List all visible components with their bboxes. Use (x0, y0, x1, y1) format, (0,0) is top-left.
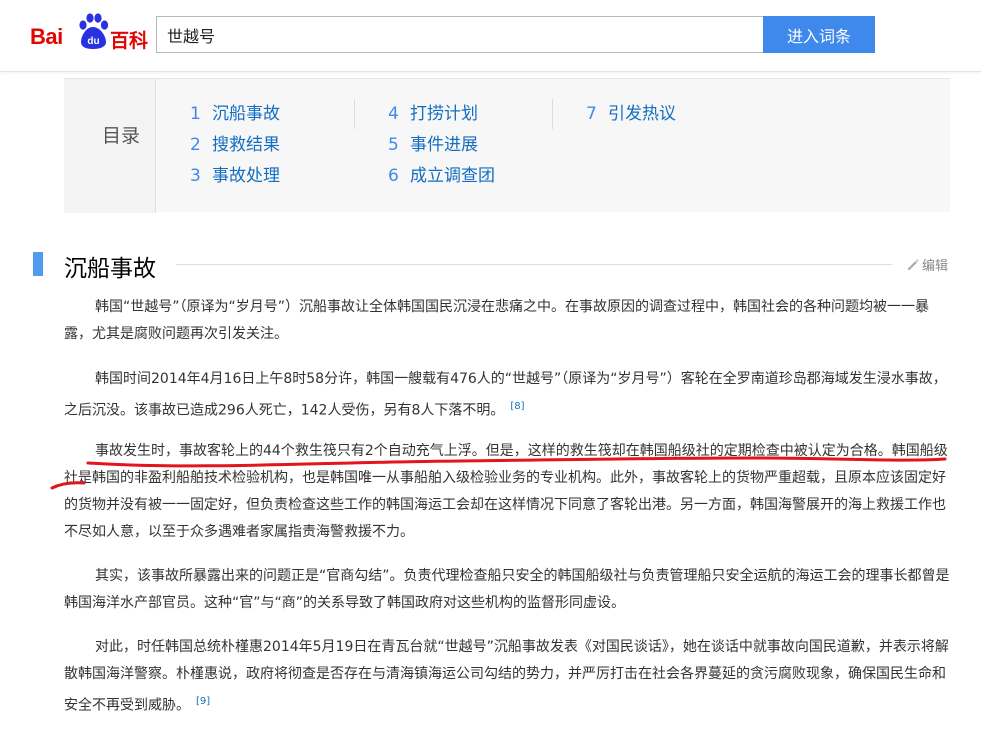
toc-item-6[interactable]: 6 成立调查团 (388, 161, 495, 192)
toc-item-4[interactable]: 4 打捞计划 (388, 99, 495, 130)
toc-item-3[interactable]: 3 事故处理 (190, 161, 280, 192)
section-title: 沉船事故 (64, 256, 156, 282)
catalog-title: 目录 (102, 125, 141, 147)
toc-label: 搜救结果 (212, 135, 280, 155)
toc-item-2[interactable]: 2 搜救结果 (190, 130, 280, 161)
catalog-title-box: 目录 (64, 79, 156, 213)
paragraph-5: 对此，时任韩国总统朴槿惠2014年5月19日在青瓦台就“世越号”沉船事故发表《对… (64, 634, 952, 720)
toc-divider (354, 99, 355, 129)
top-header: Bai du 百科 进入词条 (0, 0, 981, 72)
paragraph-text: 事故发生时，事故客轮上的44个救生筏只有2个自动充气上浮。但是，这样的救生筏却在… (64, 443, 948, 540)
toc-item-5[interactable]: 5 事件进展 (388, 130, 495, 161)
toc-number: 6 (388, 166, 399, 186)
toc-number: 1 (190, 104, 201, 124)
toc-label: 事件进展 (410, 135, 478, 155)
toc-label: 打捞计划 (410, 104, 478, 124)
toc-number: 2 (190, 135, 201, 155)
reference-link[interactable]: [9] (196, 696, 210, 707)
toc-label: 引发热议 (608, 104, 676, 124)
toc-label: 沉船事故 (212, 104, 280, 124)
enter-entry-button[interactable]: 进入词条 (763, 16, 875, 53)
toc-column-1: 1 沉船事故 2 搜救结果 3 事故处理 (190, 99, 280, 192)
paragraph-2: 韩国时间2014年4月16日上午8时58分许，韩国一艘载有476人的“世越号”（… (64, 366, 952, 425)
toc-number: 4 (388, 104, 399, 124)
toc-label: 成立调查团 (410, 166, 495, 186)
toc-number: 7 (586, 104, 597, 124)
paragraph-1: 韩国“世越号”（原译为“岁月号”）沉船事故让全体韩国国民沉浸在悲痛之中。在事故原… (64, 294, 952, 348)
toc-number: 3 (190, 166, 201, 186)
search-input[interactable] (156, 16, 763, 53)
toc-divider (552, 99, 553, 129)
pencil-icon (908, 259, 919, 270)
paragraph-text: 韩国时间2014年4月16日上午8时58分许，韩国一艘载有476人的“世越号”（… (64, 371, 947, 419)
toc-number: 5 (388, 135, 399, 155)
logo-text-baike: 百科 (110, 30, 149, 52)
table-of-contents: 目录 1 沉船事故 2 搜救结果 3 事故处理 4 打捞计划 5 事件进展 6 成立调查团 … (64, 78, 950, 213)
section-accent-bar (33, 252, 43, 276)
baidu-baike-logo[interactable]: Bai du 百科 (30, 13, 149, 54)
section-divider (176, 264, 892, 265)
paragraph-text: 韩国“世越号”（原译为“岁月号”）沉船事故让全体韩国国民沉浸在悲痛之中。在事故原… (64, 299, 930, 342)
paw-logo-icon: du (79, 13, 109, 49)
reference-link[interactable]: [8] (510, 401, 524, 412)
paragraph-text: 其实，该事故所暴露出来的问题正是“官商勾结”。负责代理检查船只安全的韩国船级社与… (64, 568, 950, 611)
paragraph-3: 事故发生时，事故客轮上的44个救生筏只有2个自动充气上浮。但是，这样的救生筏却在… (64, 438, 952, 546)
toc-column-2: 4 打捞计划 5 事件进展 6 成立调查团 (388, 99, 495, 192)
toc-column-3: 7 引发热议 (586, 99, 676, 130)
edit-label: 编辑 (922, 259, 949, 274)
logo-text-du: du (87, 36, 99, 47)
toc-item-1[interactable]: 1 沉船事故 (190, 99, 280, 130)
edit-section-link[interactable]: 编辑 (906, 255, 948, 274)
logo-text-bai: Bai (30, 24, 63, 49)
toc-label: 事故处理 (212, 166, 280, 186)
toc-item-7[interactable]: 7 引发热议 (586, 99, 676, 130)
paragraph-4: 其实，该事故所暴露出来的问题正是“官商勾结”。负责代理检查船只安全的韩国船级社与… (64, 563, 952, 617)
